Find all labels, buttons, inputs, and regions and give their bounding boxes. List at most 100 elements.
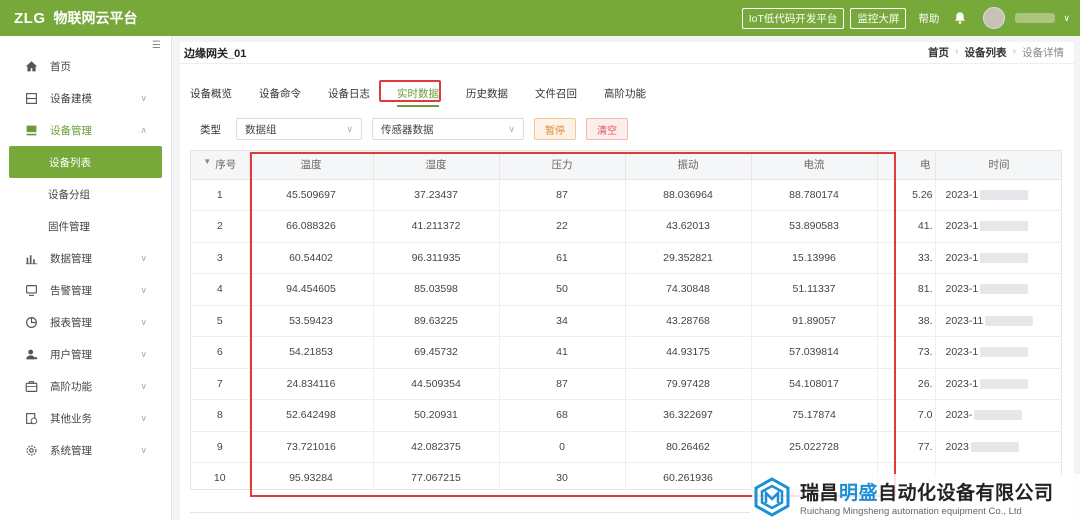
top-bar: ZLG 物联网云平台 IoT低代码开发平台 监控大屏 帮助 ∨ (0, 0, 1080, 36)
clear-button[interactable]: 清空 (586, 118, 628, 140)
sidebar-item-alarm-management[interactable]: 告警管理 ∨ (0, 274, 171, 306)
table-cell: 42.082375 (373, 431, 500, 463)
table-cell: 74.30848 (625, 273, 752, 306)
table-cell: 60.261936 (625, 462, 752, 489)
sidebar-item-advanced-features[interactable]: 高阶功能 ∨ (0, 370, 171, 402)
divider (190, 512, 750, 520)
sort-icon[interactable]: ▼ (203, 157, 211, 166)
breadcrumb-home[interactable]: 首页 (928, 45, 949, 60)
sidebar-item-data-management[interactable]: 数据管理 ∨ (0, 242, 171, 274)
sidebar-item-device-modeling[interactable]: 设备建模 ∨ (0, 82, 171, 114)
table-cell: 89.63225 (373, 305, 500, 337)
tab-realtime-data[interactable]: 实时数据 (397, 82, 439, 107)
sidebar-item-system-management[interactable]: 系统管理 ∨ (0, 434, 171, 466)
realtime-data-table: ▼ 序号 温度 湿度 压力 振动 电流 电 时间 1 45.509697 37.234… (190, 150, 1062, 490)
bell-icon[interactable] (953, 11, 967, 25)
chevron-down-icon: ∨ (508, 123, 515, 134)
monitor-screen-button[interactable]: 监控大屏 (850, 7, 907, 29)
table-cell: 41. (877, 210, 936, 243)
table-cell: 66.088326 (249, 210, 374, 243)
table-cell: 24.834116 (249, 368, 374, 400)
blurred-text (980, 221, 1029, 232)
table-cell: 29.352821 (625, 242, 752, 274)
sidebar-item-label: 其他业务 (50, 412, 92, 425)
table-cell: 4 (191, 273, 250, 306)
column-header[interactable]: ▼ 序号 (191, 151, 250, 180)
clock-document-icon (24, 411, 38, 425)
tab-history-data[interactable]: 历史数据 (466, 82, 508, 107)
chevron-down-icon: ∨ (140, 348, 147, 359)
table-cell: 2 (191, 210, 250, 243)
pause-button[interactable]: 暂停 (534, 118, 576, 140)
breadcrumb-device-list[interactable]: 设备列表 (965, 45, 1007, 60)
table-cell: 61 (499, 242, 626, 274)
table-cell: 81. (877, 273, 936, 306)
chevron-down-icon: ∨ (140, 380, 147, 391)
sidebar-item-label: 设备建模 (50, 92, 92, 105)
table-cell: 5 (191, 305, 250, 337)
table-cell: 52.642498 (249, 399, 374, 432)
top-right-actions: IoT低代码开发平台 监控大屏 帮助 ∨ (741, 7, 1080, 29)
sidebar: ☰ 首页 设备建模 ∨ 设备管理 ∧ 设备列表 设备分组 固件管理 数据管理 ∨… (0, 36, 172, 520)
sidebar-item-report-management[interactable]: 报表管理 ∨ (0, 306, 171, 338)
sidebar-subitem-device-list[interactable]: 设备列表 (9, 146, 162, 178)
tab-file-recall[interactable]: 文件召回 (535, 82, 577, 107)
sidebar-subitem-device-group[interactable]: 设备分组 (0, 178, 171, 210)
table-cell: 73.721016 (249, 431, 374, 463)
table-cell: 26. (877, 368, 936, 400)
table-cell: 94.454605 (249, 273, 374, 306)
table-cell: 8 (191, 399, 250, 432)
table-row: 5 53.59423 89.63225 34 43.28768 91.89057 38. 20… (191, 305, 1061, 337)
table-cell: 50.20931 (373, 399, 500, 432)
table-cell: 68 (499, 399, 626, 432)
user-name-blurred[interactable] (1015, 13, 1056, 23)
sensor-select-value: 传感器数据 (381, 123, 434, 136)
table-cell: 25.022728 (751, 431, 878, 463)
chevron-down-icon[interactable]: ∨ (1063, 13, 1070, 24)
blurred-text (980, 252, 1029, 263)
chevron-down-icon: ∨ (140, 412, 147, 423)
sensor-select[interactable]: 传感器数据 ∨ (372, 118, 524, 140)
table-cell: 88.780174 (751, 179, 878, 211)
table-cell: 6 (191, 336, 250, 369)
sidebar-subitem-firmware[interactable]: 固件管理 (0, 210, 171, 242)
type-label: 类型 (200, 123, 221, 136)
device-icon (24, 123, 38, 137)
column-header: 压力 (499, 151, 626, 180)
breadcrumb-separator: › (1012, 45, 1017, 57)
chevron-up-icon: ∧ (140, 124, 147, 135)
table-cell: 22 (499, 210, 626, 243)
sidebar-item-home[interactable]: 首页 (0, 50, 171, 82)
table-cell: 33. (877, 242, 936, 274)
avatar[interactable] (983, 7, 1006, 29)
help-link[interactable]: 帮助 (918, 11, 939, 26)
table-cell: 79.97428 (625, 368, 752, 400)
chevron-down-icon: ∨ (140, 252, 147, 263)
main-panel: 边缘网关_01 首页 › 设备列表 › 设备详情 设备概览 设备命令 设备日志 … (180, 42, 1074, 520)
company-name-cn: 瑞昌明盛自动化设备有限公司 (800, 482, 1054, 504)
table-cell: 3 (191, 242, 250, 274)
table-cell: 69.45732 (373, 336, 500, 369)
iot-lowcode-button[interactable]: IoT低代码开发平台 (741, 7, 845, 29)
table-row: 1 45.509697 37.23437 87 88.036964 88.780174 5.… (191, 179, 1061, 211)
brand[interactable]: ZLG 物联网云平台 (0, 8, 138, 28)
tab-advanced[interactable]: 高阶功能 (604, 82, 646, 107)
sidebar-item-device-management[interactable]: 设备管理 ∧ (0, 114, 171, 146)
column-header: 振动 (625, 151, 752, 180)
breadcrumb: 首页 › 设备列表 › 设备详情 (928, 45, 1064, 60)
type-select[interactable]: 数据组 ∨ (236, 118, 362, 140)
table-header-row: ▼ 序号 温度 湿度 压力 振动 电流 电 时间 (191, 151, 1061, 180)
sidebar-item-other-business[interactable]: 其他业务 ∨ (0, 402, 171, 434)
company-name-en: Ruichang Mingsheng automation equipment … (800, 505, 1022, 517)
table-row: 3 60.54402 96.311935 61 29.352821 15.13996 33.… (191, 242, 1061, 274)
chevron-down-icon: ∨ (140, 444, 147, 455)
table-cell: 34 (499, 305, 626, 337)
chevron-down-icon: ∨ (346, 123, 353, 134)
tab-overview[interactable]: 设备概览 (190, 82, 232, 107)
table-cell: 43.62013 (625, 210, 752, 243)
tab-logs[interactable]: 设备日志 (328, 82, 370, 107)
table-cell: 2023-1 (935, 179, 1061, 211)
sidebar-item-user-management[interactable]: 用户管理 ∨ (0, 338, 171, 370)
tab-commands[interactable]: 设备命令 (259, 82, 301, 107)
table-cell: 15.13996 (751, 242, 878, 274)
